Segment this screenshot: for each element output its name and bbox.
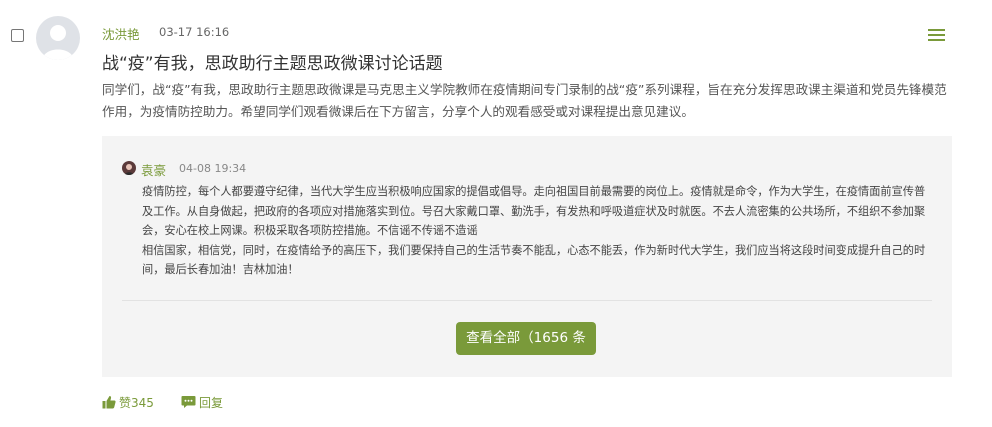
reply-avatar (122, 161, 136, 175)
reply-panel: 袁豪 04-08 19:34 疫情防控，每个人都要遵守纪律，当代大学生应当积极响… (102, 136, 952, 377)
post-body: 同学们，战“疫”有我，思政助行主题思政微课是马克思主义学院教师在疫情期间专门录制… (102, 82, 947, 119)
avatar (36, 16, 80, 60)
comment-icon (181, 396, 196, 408)
post-author[interactable]: 沈洪艳 (102, 24, 140, 43)
like-button[interactable]: 赞345 (102, 394, 154, 411)
view-all-button[interactable]: 查看全部（1656 条 (456, 322, 596, 355)
reply-paragraph: 相信国家，相信党，同时，在疫情给予的高压下，我们要保持自己的生活节奏不能乱，心态… (142, 243, 926, 277)
post-time: 03-17 16:16 (159, 25, 230, 39)
avatar-placeholder-icon (42, 25, 74, 60)
reply-text: 疫情防控，每个人都要遵守纪律，当代大学生应当积极响应国家的提倡或倡导。走向祖国目… (142, 182, 932, 280)
menu-icon[interactable] (928, 29, 945, 43)
reply-time: 04-08 19:34 (179, 162, 247, 175)
select-checkbox[interactable] (11, 29, 24, 42)
divider (122, 300, 932, 301)
reply-author[interactable]: 袁豪 (141, 160, 166, 179)
post-title: 战“疫”有我，思政助行主题思政微课讨论话题 (102, 54, 443, 74)
reply-button[interactable]: 回复 (181, 394, 223, 411)
reply-paragraph: 疫情防控，每个人都要遵守纪律，当代大学生应当积极响应国家的提倡或倡导。走向祖国目… (142, 185, 926, 237)
reply-label: 回复 (199, 396, 224, 410)
thumbs-up-icon (102, 396, 116, 409)
like-count: 赞345 (119, 396, 154, 410)
